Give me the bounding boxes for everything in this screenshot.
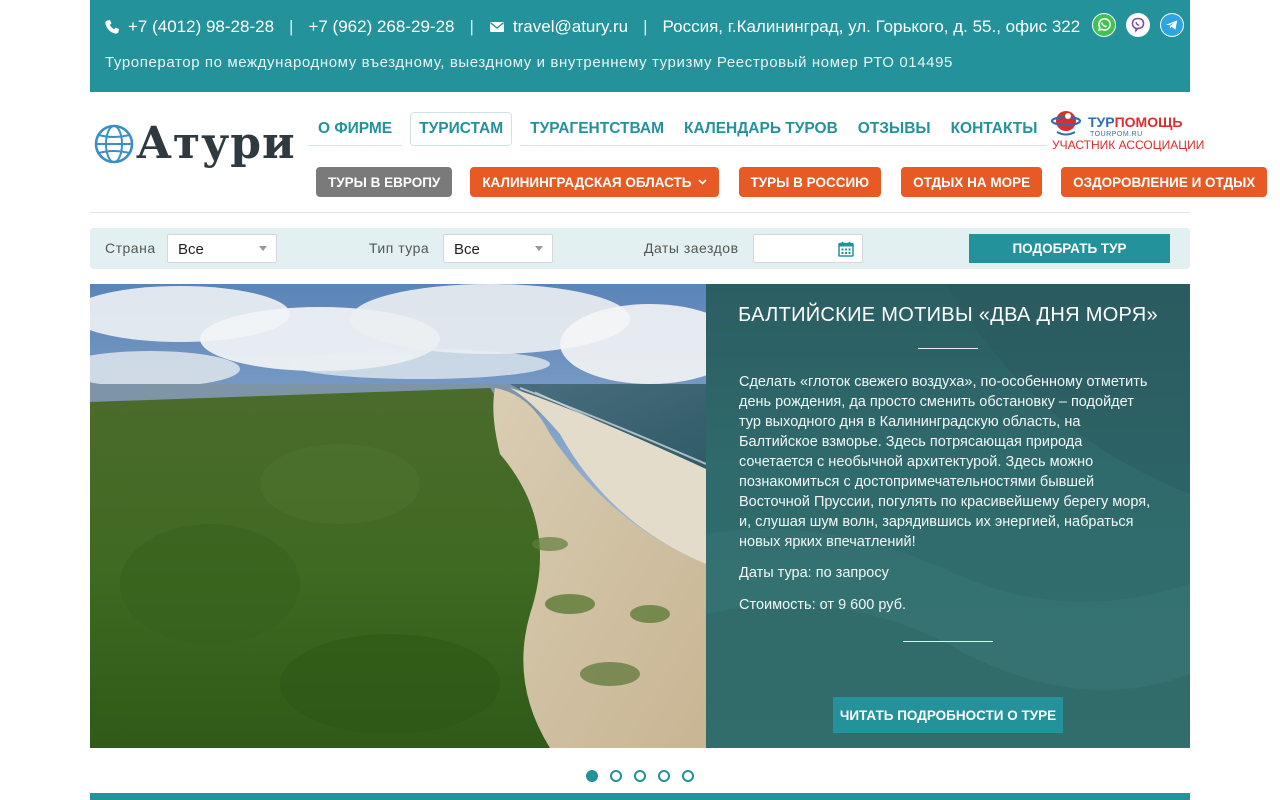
tour-dates: Даты тура: по запросу bbox=[739, 565, 889, 581]
slider-dot-1[interactable] bbox=[586, 770, 598, 782]
price-divider bbox=[903, 641, 993, 642]
phone-link-2[interactable]: +7 (962) 268-29-28 bbox=[308, 17, 454, 37]
phone-link-1[interactable]: +7 (4012) 98-28-28 bbox=[128, 17, 274, 37]
nav-about[interactable]: О ФИРМЕ bbox=[308, 112, 403, 146]
chevron-down-icon bbox=[697, 179, 707, 185]
company-tagline: Туроператор по международному въездному,… bbox=[105, 54, 953, 71]
slider-pagination bbox=[586, 770, 694, 782]
partner-brand-part1: ТУР bbox=[1088, 114, 1115, 130]
separator: | bbox=[469, 17, 474, 36]
site-logo[interactable]: Атури bbox=[94, 122, 296, 166]
nav-agencies[interactable]: ТУРАГЕНТСТВАМ bbox=[520, 112, 674, 146]
tour-description: Сделать «глоток свежего воздуха», по-осо… bbox=[739, 374, 1151, 550]
kaliningrad-region-button[interactable]: КАЛИНИНГРАДСКАЯ ОБЛАСТЬ bbox=[470, 167, 719, 197]
globe-icon bbox=[94, 124, 134, 164]
tour-type-select-value: Все bbox=[454, 241, 480, 258]
separator: | bbox=[643, 17, 648, 36]
country-select-value: Все bbox=[178, 241, 204, 258]
tour-type-select[interactable]: Все bbox=[443, 234, 553, 263]
sea-holidays-button[interactable]: ОТДЫХ НА МОРЕ bbox=[901, 167, 1043, 197]
tour-category-navigation: ТУРЫ В ЕВРОПУ КАЛИНИНГРАДСКАЯ ОБЛАСТЬ ТУ… bbox=[316, 167, 1268, 197]
partner-caption: УЧАСТНИК АССОЦИАЦИИ bbox=[1052, 138, 1205, 152]
nav-tour-calendar[interactable]: КАЛЕНДАРЬ ТУРОВ bbox=[674, 112, 848, 146]
phone-icon bbox=[105, 20, 119, 34]
slider-dot-2[interactable] bbox=[610, 770, 622, 782]
logo-text: Атури bbox=[136, 118, 296, 169]
arrival-dates-label: Даты заездов bbox=[644, 240, 739, 256]
main-navigation: О ФИРМЕ ТУРИСТАМ ТУРАГЕНТСТВАМ КАЛЕНДАРЬ… bbox=[308, 112, 1048, 146]
tour-search-filter: Страна Все Тип тура Все Даты заездов ПОД… bbox=[90, 228, 1190, 269]
arrival-dates-input[interactable] bbox=[753, 234, 863, 263]
tour-info-panel: БАЛТИЙСКИЕ МОТИВЫ «ДВА ДНЯ МОРЯ» Сделать… bbox=[706, 284, 1190, 748]
contact-row: +7 (4012) 98-28-28 | +7 (962) 268-29-28 … bbox=[104, 16, 1080, 38]
kaliningrad-region-label: КАЛИНИНГРАДСКАЯ ОБЛАСТЬ bbox=[482, 174, 692, 190]
health-holidays-button[interactable]: ОЗДОРОВЛЕНИЕ И ОТДЫХ bbox=[1061, 167, 1268, 197]
find-tour-button[interactable]: ПОДОБРАТЬ ТУР bbox=[969, 234, 1170, 263]
tours-europe-button[interactable]: ТУРЫ В ЕВРОПУ bbox=[316, 167, 453, 197]
section-divider-bar bbox=[90, 793, 1190, 800]
address-text: Россия, г.Калининград, ул. Горького, д. … bbox=[662, 17, 1081, 36]
nav-contacts[interactable]: КОНТАКТЫ bbox=[940, 112, 1048, 146]
tourpom-emblem-icon bbox=[1050, 111, 1082, 136]
telegram-icon[interactable] bbox=[1160, 13, 1184, 37]
country-select[interactable]: Все bbox=[167, 234, 277, 263]
partner-brand: ТУРПОМОЩЬ bbox=[1088, 114, 1182, 130]
country-label: Страна bbox=[105, 240, 156, 256]
nav-reviews[interactable]: ОТЗЫВЫ bbox=[847, 112, 941, 146]
partner-badge[interactable]: ТУРПОМОЩЬ TOURPOM.RU УЧАСТНИК АССОЦИАЦИИ bbox=[1048, 108, 1204, 154]
separator: | bbox=[289, 17, 294, 36]
caret-down-icon bbox=[535, 246, 543, 251]
coastline-photo bbox=[90, 284, 706, 748]
site-header: Атури О ФИРМЕ ТУРИСТАМ ТУРАГЕНТСТВАМ КАЛ… bbox=[90, 92, 1268, 213]
caret-down-icon bbox=[259, 246, 267, 251]
tour-price: Стоимость: от 9 600 руб. bbox=[739, 597, 907, 613]
whatsapp-icon[interactable] bbox=[1092, 13, 1116, 37]
slider-dot-3[interactable] bbox=[634, 770, 646, 782]
slider-dot-4[interactable] bbox=[658, 770, 670, 782]
read-more-button[interactable]: ЧИТАТЬ ПОДРОБНОСТИ О ТУРЕ bbox=[833, 697, 1063, 733]
title-divider bbox=[918, 348, 978, 349]
featured-tour-slider: БАЛТИЙСКИЕ МОТИВЫ «ДВА ДНЯ МОРЯ» Сделать… bbox=[90, 284, 1190, 748]
tour-type-label: Тип тура bbox=[369, 240, 430, 256]
social-links bbox=[1092, 13, 1184, 37]
viber-icon[interactable] bbox=[1126, 13, 1150, 37]
tour-title: БАЛТИЙСКИЕ МОТИВЫ «ДВА ДНЯ МОРЯ» bbox=[738, 304, 1158, 326]
slider-dot-5[interactable] bbox=[682, 770, 694, 782]
envelope-icon bbox=[489, 22, 504, 32]
top-contact-bar: +7 (4012) 98-28-28 | +7 (962) 268-29-28 … bbox=[90, 0, 1190, 92]
calendar-icon[interactable] bbox=[838, 241, 854, 257]
tours-russia-button[interactable]: ТУРЫ В РОССИЮ bbox=[738, 167, 882, 197]
partner-site: TOURPOM.RU bbox=[1090, 131, 1143, 138]
partner-brand-part2: ПОМОЩЬ bbox=[1114, 114, 1183, 130]
email-link[interactable]: travel@atury.ru bbox=[513, 17, 628, 37]
nav-tourists[interactable]: ТУРИСТАМ bbox=[410, 112, 513, 146]
